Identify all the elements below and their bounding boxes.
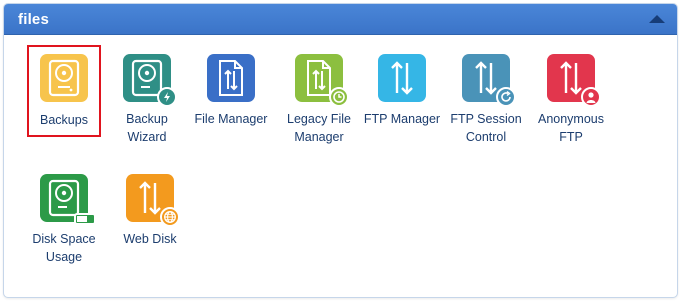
up-down-arrows-icon — [391, 61, 413, 95]
user-badge-icon — [581, 87, 601, 107]
item-label: Legacy File Manager — [287, 112, 351, 144]
backup-wizard-item[interactable]: Backup Wizard — [105, 54, 189, 146]
clock-badge-icon — [329, 87, 349, 107]
file-transfer-icon — [219, 60, 243, 96]
legacy-file-manager-tile — [295, 54, 349, 107]
item-label: Backup Wizard — [126, 112, 168, 144]
files-panel: files Backups Backup Wizard File Manager… — [3, 3, 678, 298]
hard-drive-icon — [48, 59, 80, 97]
item-label: Disk Space Usage — [32, 232, 96, 264]
item-label: Anonymous FTP — [537, 112, 604, 144]
ftp-manager-tile — [378, 54, 426, 102]
legacy-file-manager-item[interactable]: Legacy File Manager — [277, 54, 361, 146]
panel-header[interactable]: files — [4, 4, 677, 35]
ftp-session-control-item[interactable]: FTP Session Control — [444, 54, 528, 146]
file-manager-tile — [207, 54, 255, 102]
item-label: FTP Manager — [363, 112, 441, 126]
anonymous-ftp-tile — [547, 54, 601, 107]
item-label: Backups — [40, 113, 88, 127]
backup-wizard-tile — [123, 54, 177, 107]
item-label: FTP Session Control — [450, 112, 522, 144]
ftp-manager-item[interactable]: FTP Manager — [360, 54, 444, 128]
wand-badge-icon — [157, 87, 177, 107]
chevron-up-icon — [649, 15, 665, 23]
ftp-session-control-tile — [462, 54, 516, 107]
file-manager-item[interactable]: File Manager — [189, 54, 273, 128]
item-label: File Manager — [194, 112, 268, 126]
hard-drive-usage-icon — [48, 179, 80, 217]
globe-badge-icon — [160, 207, 180, 227]
item-label: Web Disk — [123, 232, 177, 246]
disk-space-usage-item[interactable]: Disk Space Usage — [22, 174, 106, 266]
section-title: files — [18, 11, 50, 28]
refresh-badge-icon — [496, 87, 516, 107]
anonymous-ftp-item[interactable]: Anonymous FTP — [529, 54, 613, 146]
backups-item[interactable]: Backups — [27, 45, 101, 137]
web-disk-item[interactable]: Web Disk — [108, 174, 192, 248]
bar-badge-icon — [74, 213, 96, 225]
web-disk-tile — [126, 174, 180, 227]
disk-space-usage-tile — [40, 174, 96, 225]
collapse-toggle[interactable] — [647, 12, 667, 26]
backups-tile — [40, 54, 88, 102]
